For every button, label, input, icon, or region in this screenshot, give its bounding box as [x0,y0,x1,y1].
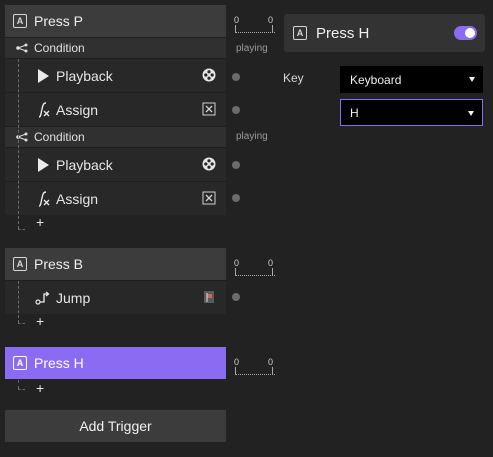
tree-line [18,281,19,323]
select-value: Keyboard [350,72,402,87]
condition-label: Condition [34,41,85,55]
playing-label: playing [236,131,268,142]
action-row-playback[interactable]: Playback [5,148,226,181]
timeline-zero: 0 [268,258,274,268]
add-action-button[interactable]: + [36,381,44,395]
add-action-row[interactable]: + [5,381,226,395]
timeline-tick [235,268,236,276]
tree-line [18,59,19,229]
timeline-zero: 0 [234,15,240,25]
select-value: H [350,105,359,120]
jump-icon [35,291,50,305]
playback-icon [38,158,49,172]
timeline-tick [235,25,236,33]
timeline-ticks [235,271,275,276]
enable-toggle[interactable] [454,26,477,40]
condition-row[interactable]: Condition [5,38,226,58]
condition-branch-icon [16,43,28,53]
keyframe-dot[interactable] [232,293,240,301]
key-select[interactable]: H [340,99,483,126]
playback-icon [38,69,49,83]
trigger-header[interactable]: A Press P [5,5,226,37]
add-action-button[interactable]: + [36,314,44,328]
trigger-badge-icon: A [13,356,27,370]
action-row-playback[interactable]: Playback [5,59,226,92]
add-action-row[interactable]: + [5,215,226,229]
trigger-header[interactable]: A Press H [5,347,226,379]
function-icon [38,191,50,207]
keyframe-dot[interactable] [232,161,240,169]
tree-line [18,389,25,390]
timeline-ticks [235,28,275,33]
trigger-name: Press P [34,13,84,29]
inspector-title: Press H [316,24,370,42]
trigger-badge-icon: A [13,257,27,271]
action-label: Jump [56,290,91,306]
tree-line [18,229,25,230]
trigger-badge-icon: A [13,14,27,28]
keyframe-dot[interactable] [232,194,240,202]
action-label: Assign [56,102,99,118]
inspector-header: A Press H [284,14,485,52]
action-row-jump[interactable]: Jump [5,281,226,314]
timeline-ticks [235,370,275,375]
tree-line [18,380,19,389]
playing-label: playing [236,43,268,54]
tree-line [18,323,25,324]
trigger-press-p: A Press P Condition Playback Assign Cond… [5,5,226,230]
keyframe-dot[interactable] [232,106,240,114]
action-label: Playback [56,68,113,84]
key-label: Key [283,71,304,85]
add-action-row[interactable]: + [5,314,226,328]
condition-row[interactable]: Condition [5,127,226,147]
trigger-name: Press H [34,355,84,371]
action-label: Playback [56,157,113,173]
reel-icon[interactable] [202,68,216,82]
chevron-down-icon [468,111,474,116]
chevron-down-icon [469,77,475,82]
reel-icon[interactable] [202,157,216,171]
timeline-zero: 0 [234,258,240,268]
action-row-assign[interactable]: Assign [5,93,226,126]
timeline-zero: 0 [234,357,240,367]
keyframe-dot[interactable] [232,73,240,81]
action-row-assign[interactable]: Assign [5,182,226,215]
timeline-tick [272,268,273,276]
condition-label: Condition [34,130,85,144]
trigger-press-h: A Press H + [5,347,226,395]
x-box-icon[interactable] [202,102,216,116]
trigger-name: Press B [34,256,84,272]
flag-icon[interactable] [202,290,216,304]
add-action-button[interactable]: + [36,215,44,229]
add-trigger-button[interactable]: Add Trigger [5,410,226,442]
timeline-zero: 0 [268,357,274,367]
timeline-tick [272,25,273,33]
timeline-zero: 0 [268,15,274,25]
trigger-badge-icon: A [293,26,307,40]
input-source-select[interactable]: Keyboard [340,66,483,93]
function-icon [38,102,50,118]
timeline-tick [235,367,236,375]
trigger-header[interactable]: A Press B [5,248,226,280]
timeline-tick [272,367,273,375]
trigger-press-b: A Press B Jump + [5,248,226,328]
x-box-icon[interactable] [202,191,216,205]
action-label: Assign [56,191,99,207]
